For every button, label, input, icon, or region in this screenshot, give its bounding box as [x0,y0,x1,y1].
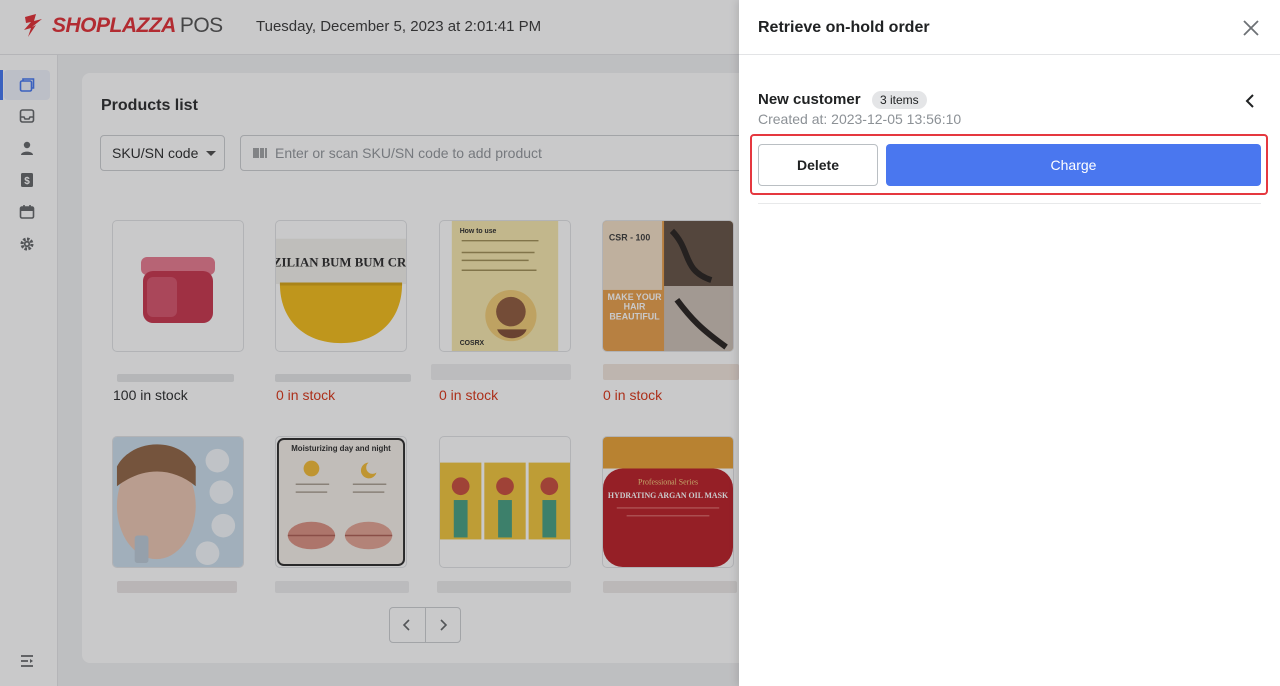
chevron-left-icon[interactable] [1243,93,1257,109]
delete-button[interactable]: Delete [758,144,878,186]
drawer-title: Retrieve on-hold order [758,19,930,36]
order-created-at: Created at: 2023-12-05 13:56:10 [758,111,962,127]
charge-button[interactable]: Charge [886,144,1261,186]
close-icon[interactable] [1241,18,1261,38]
items-count-badge: 3 items [872,91,927,109]
retrieve-order-drawer: Retrieve on-hold order New customer 3 it… [739,0,1280,686]
drawer-header: Retrieve on-hold order [739,0,1280,55]
customer-name: New customer [758,91,861,108]
divider [758,203,1261,204]
